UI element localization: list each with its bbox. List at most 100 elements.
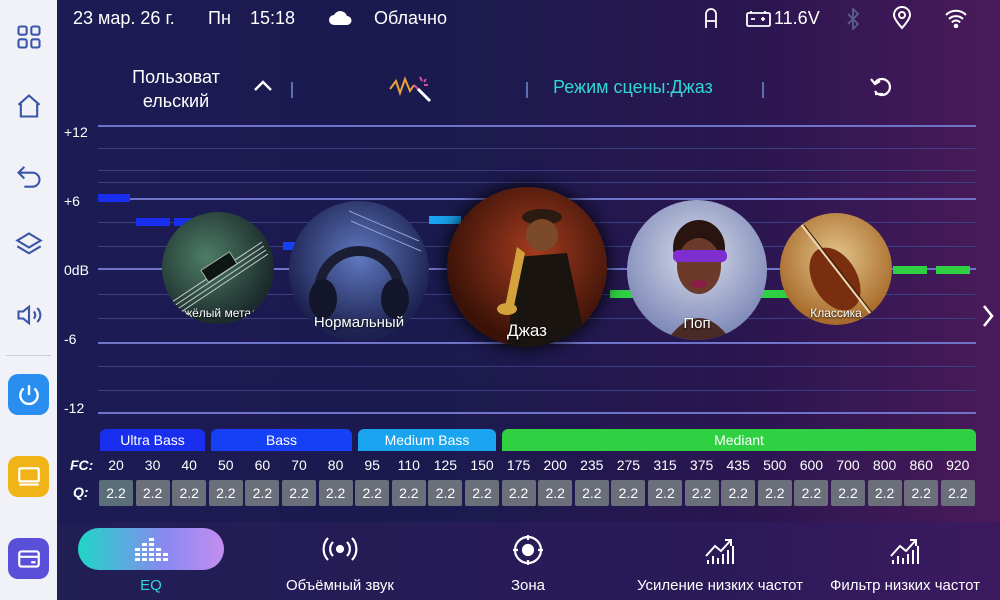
bass-boost-icon [703, 534, 737, 570]
fc-value: 125 [433, 457, 458, 473]
magic-wand-icon[interactable] [388, 73, 434, 107]
band-mediant[interactable]: Mediant [502, 429, 976, 451]
q-value[interactable]: 2.2 [757, 480, 792, 506]
q-value[interactable]: 2.2 [99, 480, 133, 506]
tab-surround[interactable]: Объёмный звук [270, 522, 410, 600]
tab-eq[interactable]: EQ [78, 522, 224, 600]
q-value[interactable]: 2.2 [904, 480, 939, 506]
preset-heavy-metal[interactable]: Тяжёлый металл [162, 212, 274, 324]
q-value[interactable]: 2.2 [794, 480, 829, 506]
preset-label: Поп [683, 315, 711, 332]
tab-label: Усиление низких частот [636, 577, 804, 594]
q-label: Q: [73, 484, 89, 500]
header-divider [291, 82, 293, 98]
y-label: +6 [64, 193, 80, 209]
y-label: -6 [64, 331, 77, 347]
tab-label: Зона [510, 577, 546, 594]
level-bar[interactable] [893, 266, 927, 274]
preset-pop[interactable]: Поп [627, 200, 767, 340]
q-value[interactable]: 2.2 [684, 480, 719, 506]
q-value[interactable]: 2.2 [208, 480, 243, 506]
home-icon[interactable] [8, 85, 49, 126]
layers-icon[interactable] [8, 223, 49, 264]
q-value[interactable]: 2.2 [465, 480, 499, 506]
back-icon[interactable] [8, 154, 49, 195]
fc-value: 435 [726, 457, 750, 473]
reset-icon[interactable] [869, 75, 895, 103]
settings-tile-icon[interactable] [8, 538, 49, 579]
preset-normal[interactable]: Нормальный [289, 201, 429, 341]
q-value[interactable]: 2.2 [940, 480, 975, 506]
user-icon [702, 8, 720, 34]
tab-low-pass-filter[interactable]: Фильтр низких частот [820, 522, 990, 600]
level-bar[interactable] [936, 266, 970, 274]
status-time: 15:18 [250, 8, 296, 28]
eq-icon [131, 534, 171, 568]
grid-line [98, 148, 976, 149]
preset-label: Тяжёлый металл [170, 306, 266, 320]
fc-value: 80 [327, 457, 344, 473]
q-value[interactable]: 2.2 [428, 480, 463, 506]
preset-label: Нормальный [313, 314, 405, 331]
fc-value: 315 [653, 457, 677, 473]
status-date: 23 мар. 26 г. [73, 8, 175, 28]
band-bass[interactable]: Bass [211, 429, 352, 451]
low-pass-filter-icon [888, 534, 922, 570]
q-value[interactable]: 2.2 [172, 480, 207, 506]
band-ultra-bass[interactable]: Ultra Bass [100, 429, 205, 451]
fc-value: 70 [291, 457, 307, 473]
q-value[interactable]: 2.2 [611, 480, 646, 506]
q-value[interactable]: 2.2 [135, 480, 170, 506]
chevron-right-icon[interactable] [981, 303, 995, 333]
status-weather: Облачно [374, 8, 447, 28]
sidebar-divider [6, 355, 51, 356]
location-icon [892, 6, 912, 34]
fc-value: 600 [799, 457, 824, 473]
battery-icon [746, 10, 772, 32]
preset-name[interactable]: Пользоват ельский [117, 65, 235, 113]
level-bar[interactable] [98, 194, 130, 202]
fc-value: 800 [872, 457, 897, 473]
fc-value: 375 [689, 457, 714, 473]
q-value[interactable]: 2.2 [282, 480, 316, 506]
q-value[interactable]: 2.2 [831, 480, 865, 506]
q-value[interactable]: 2.2 [318, 480, 353, 506]
y-label: 0dB [64, 262, 89, 278]
fc-value: 40 [181, 457, 197, 473]
scene-mode[interactable]: Режим сцены:Джаз [553, 77, 713, 98]
tab-bass-boost[interactable]: Усиление низких частот [630, 522, 810, 600]
band-medium-bass[interactable]: Medium Bass [358, 429, 496, 451]
status-bar: 23 мар. 26 г. Пн 15:18 Облачно 11.6V [57, 0, 1000, 38]
q-value[interactable]: 2.2 [574, 480, 609, 506]
q-value[interactable]: 2.2 [721, 480, 756, 506]
fc-value: 235 [580, 457, 604, 473]
q-value[interactable]: 2.2 [648, 480, 682, 506]
preset-label: Джаз [507, 321, 547, 340]
fc-value: 30 [144, 457, 161, 473]
q-value[interactable]: 2.2 [391, 480, 426, 506]
q-value[interactable]: 2.2 [355, 480, 390, 506]
status-voltage: 11.6V [774, 8, 820, 28]
fc-value: 200 [543, 457, 567, 473]
eq-header: Пользоват ельский Режим сцены:Джаз [57, 60, 1000, 118]
grid-line [98, 366, 976, 367]
q-value[interactable]: 2.2 [867, 480, 902, 506]
grid-line [98, 412, 976, 414]
power-icon[interactable] [8, 374, 49, 415]
fc-value: 50 [218, 457, 234, 473]
q-value[interactable]: 2.2 [245, 480, 280, 506]
fc-value: 20 [108, 457, 124, 473]
y-label: -12 [64, 400, 85, 416]
tab-zone[interactable]: Зона [458, 522, 598, 600]
y-label: +12 [64, 124, 88, 140]
screen-icon[interactable] [8, 456, 49, 497]
volume-icon[interactable] [8, 294, 49, 335]
q-value[interactable]: 2.2 [538, 480, 573, 506]
grid-icon[interactable] [8, 16, 49, 57]
tab-label: Объёмный звук [286, 577, 394, 594]
preset-classic[interactable]: Классика [780, 213, 892, 325]
chevron-up-icon[interactable] [252, 77, 274, 97]
q-value[interactable]: 2.2 [501, 480, 536, 506]
preset-jazz[interactable]: Джаз [447, 187, 607, 347]
tab-label: EQ [140, 577, 162, 594]
